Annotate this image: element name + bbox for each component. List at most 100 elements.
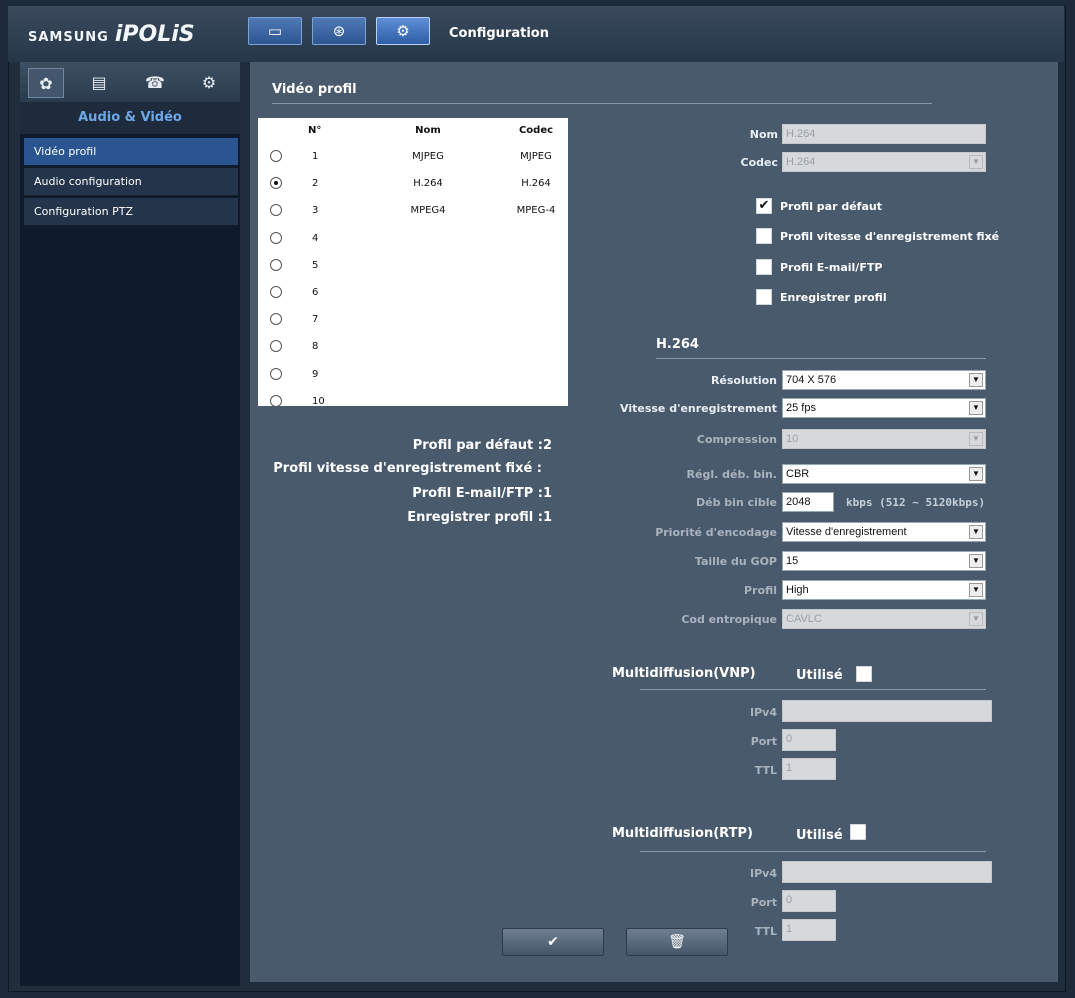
table-row[interactable]: 7 <box>258 307 568 334</box>
brand-prefix: SAMSUNG <box>28 30 109 45</box>
ptz-button[interactable]: ⊛ <box>312 17 366 45</box>
fixed-rate-profile-checkbox[interactable] <box>756 228 772 244</box>
cell-name: H.264 <box>413 178 443 190</box>
bitrate-control-select[interactable]: CBR ▼ <box>782 464 986 484</box>
entropy-coding-select[interactable]: CAVLC ▼ <box>782 609 986 629</box>
entropy-coding-label: Cod entropique <box>681 613 777 626</box>
page-breadcrumb: Configuration <box>449 26 549 41</box>
column-header-codec: Codec <box>518 125 554 136</box>
compression-label: Compression <box>696 433 777 446</box>
chevron-down-icon: ▼ <box>969 467 983 481</box>
profile-radio[interactable] <box>270 204 282 217</box>
tab-audio-video[interactable]: ✿ <box>28 68 64 98</box>
bitrate-control-value: CBR <box>786 468 810 480</box>
apply-button[interactable]: ✔ <box>502 928 604 956</box>
profile-radio[interactable] <box>270 231 282 244</box>
codec-select-value: H.264 <box>786 156 816 168</box>
profile-radio[interactable] <box>270 258 282 271</box>
table-row[interactable]: 2 H.264 H.264 <box>258 171 568 198</box>
profile-radio[interactable] <box>270 340 282 353</box>
table-row[interactable]: 6 <box>258 280 568 307</box>
record-profile-checkbox[interactable] <box>756 289 772 305</box>
configuration-button[interactable]: ⚙ <box>376 17 430 45</box>
delete-button[interactable]: 🗑 <box>626 928 728 956</box>
profile-radio[interactable] <box>270 394 282 407</box>
resolution-value: 704 X 576 <box>786 374 837 386</box>
encoding-priority-label: Priorité d'encodage <box>655 526 777 539</box>
frame-rate-value: 25 fps <box>786 402 816 414</box>
sidebar-item-ptz-configuration[interactable]: Configuration PTZ <box>24 198 238 226</box>
email-ftp-profile-checkbox[interactable] <box>756 259 772 275</box>
vnp-ttl-input[interactable]: 1 <box>782 758 836 780</box>
rtp-ipv4-input[interactable] <box>782 861 992 883</box>
encoding-priority-select[interactable]: Vitesse d'enregistrement ▼ <box>782 522 986 542</box>
profile-radio[interactable] <box>270 313 282 326</box>
profile-radio[interactable] <box>270 286 282 298</box>
tab-network[interactable]: ▤ <box>82 68 116 96</box>
title-divider <box>272 103 932 104</box>
multicast-rtp-divider <box>640 851 986 852</box>
multicast-vnp-title: Multidiffusion(VNP) <box>612 666 756 681</box>
vnp-ipv4-label: IPv4 <box>750 706 777 719</box>
gop-size-select[interactable]: 15 ▼ <box>782 551 986 571</box>
table-row[interactable]: 8 <box>258 334 568 361</box>
monitoring-button[interactable]: ▭ <box>248 17 302 45</box>
network-icon: ▤ <box>91 72 107 92</box>
table-row[interactable]: 10 <box>258 389 568 416</box>
summary-default: Profil par défaut :2 <box>412 438 552 453</box>
sidebar-item-audio-configuration[interactable]: Audio configuration <box>24 168 238 196</box>
target-bitrate-hint: kbps (512 ~ 5120kbps) <box>846 496 986 509</box>
email-ftp-profile-label: Profil E-mail/FTP <box>780 261 883 274</box>
profile-radio[interactable] <box>270 177 282 190</box>
rtp-ttl-input[interactable]: 1 <box>782 919 836 941</box>
checkmark-icon: ✔ <box>547 934 559 950</box>
cell-num: 6 <box>312 287 319 298</box>
target-bitrate-label: Déb bin cible <box>696 496 777 509</box>
cell-num: 1 <box>312 151 319 162</box>
default-profile-label: Profil par défaut <box>780 200 882 213</box>
sidebar-item-video-profile[interactable]: Vidéo profil <box>24 138 238 166</box>
default-profile-checkbox[interactable]: ✔ <box>756 198 772 214</box>
codec-label: Codec <box>740 156 779 169</box>
multicast-vnp-divider <box>640 689 986 690</box>
monitor-icon: ▭ <box>267 22 283 40</box>
tab-event[interactable]: ☎ <box>138 68 172 96</box>
fixed-rate-profile-label: Profil vitesse d'enregistrement fixé <box>780 230 1000 243</box>
cell-codec: MJPEG <box>520 151 552 162</box>
chevron-down-icon: ▼ <box>969 583 983 597</box>
multicast-rtp-used-checkbox[interactable] <box>850 824 866 840</box>
table-row[interactable]: 3 MPEG4 MPEG-4 <box>258 198 568 225</box>
profile-radio[interactable] <box>270 367 282 380</box>
profile-select[interactable]: High ▼ <box>782 580 986 600</box>
profile-radio[interactable] <box>270 150 282 162</box>
rtp-port-input[interactable]: 0 <box>782 890 836 912</box>
table-row[interactable]: 9 <box>258 362 568 389</box>
summary-record: Enregistrer profil :1 <box>407 510 552 525</box>
table-row[interactable]: 5 <box>258 253 568 280</box>
camera-settings-icon: ✿ <box>39 73 53 93</box>
frame-rate-select[interactable]: 25 fps ▼ <box>782 398 986 418</box>
rtp-ipv4-label: IPv4 <box>750 867 777 880</box>
alarm-icon: ☎ <box>145 72 165 92</box>
table-row[interactable]: 4 <box>258 226 568 253</box>
codec-select[interactable]: H.264 ▼ <box>782 152 986 172</box>
compression-select[interactable]: 10 ▼ <box>782 429 986 449</box>
sidebar-tabs: ✿ ▤ ☎ ⚙ <box>20 62 240 102</box>
h264-divider <box>656 358 986 359</box>
chevron-down-icon: ▼ <box>969 401 983 415</box>
vnp-ipv4-input[interactable] <box>782 700 992 722</box>
cell-name: MPEG4 <box>410 205 446 217</box>
cell-num: 5 <box>312 259 319 271</box>
multicast-vnp-used-checkbox[interactable] <box>856 666 872 682</box>
tab-system[interactable]: ⚙ <box>192 68 226 96</box>
target-bitrate-input[interactable]: 2048 <box>782 492 834 512</box>
brand-name: iPOLiS <box>114 22 195 47</box>
cell-num: 3 <box>312 205 319 217</box>
encoding-priority-value: Vitesse d'enregistrement <box>786 526 907 538</box>
vnp-port-input[interactable]: 0 <box>782 729 836 751</box>
table-row[interactable]: 1 MJPEG MJPEG <box>258 144 568 171</box>
profile-label: Profil <box>744 584 777 597</box>
nom-field[interactable]: H.264 <box>782 124 986 144</box>
summary-fixed-rate: Profil vitesse d'enregistrement fixé : <box>273 461 542 476</box>
resolution-select[interactable]: 704 X 576 ▼ <box>782 370 986 390</box>
